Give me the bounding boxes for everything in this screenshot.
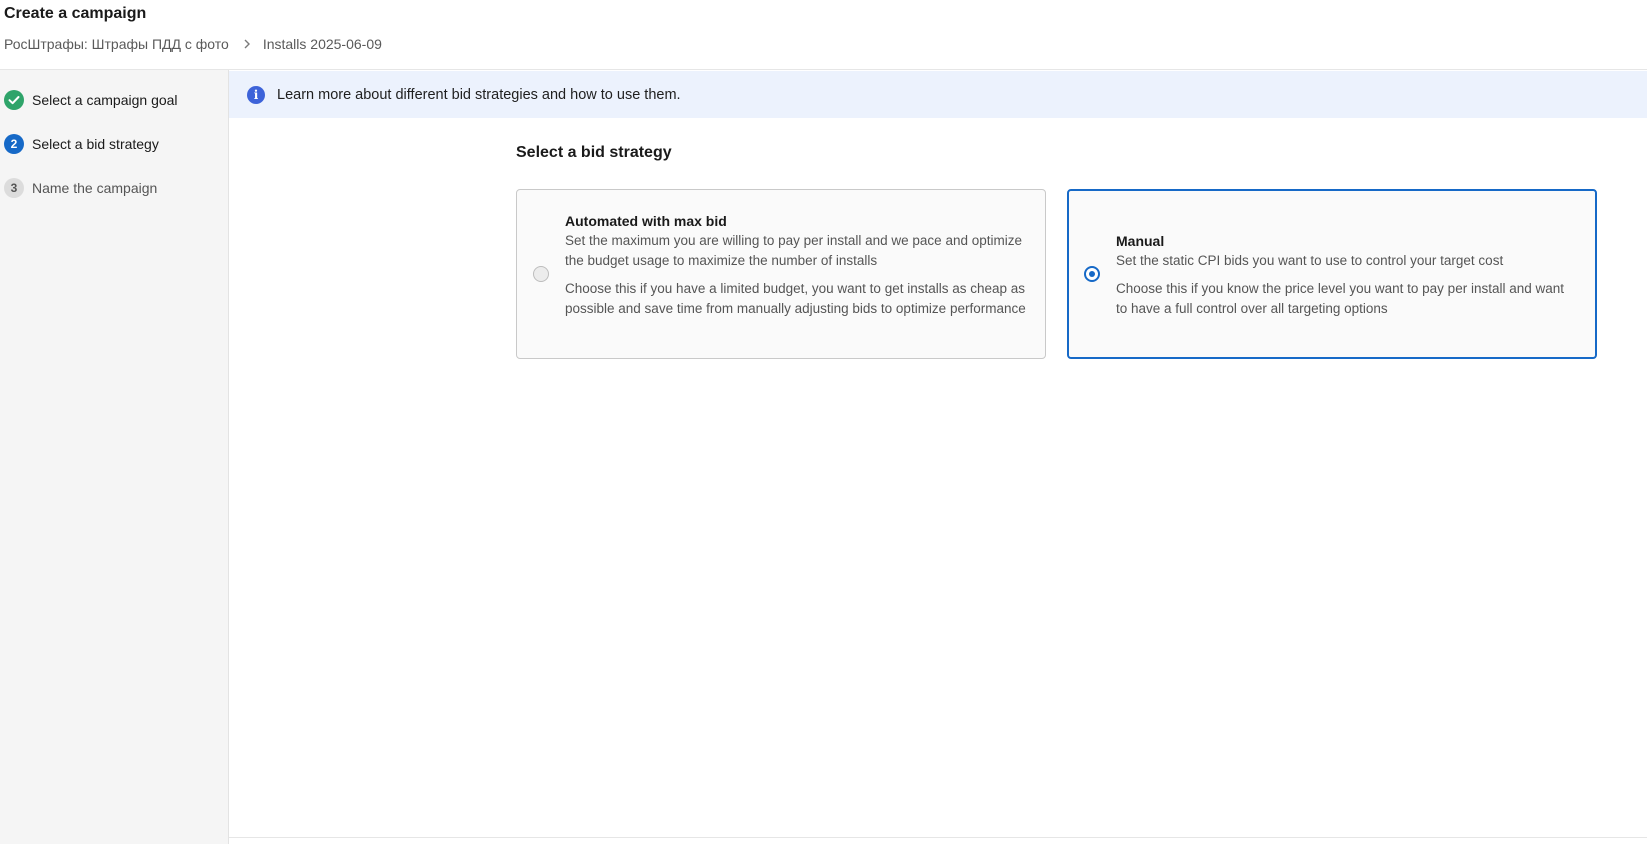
info-banner: i Learn more about different bid strateg… [229,71,1647,118]
option-title: Automated with max bid [565,213,727,229]
radio-automated-max-bid[interactable] [533,266,549,282]
footer-divider [229,837,1647,838]
option-hint: Choose this if you have a limited budget… [565,281,1026,316]
check-icon [4,90,24,110]
info-banner-link[interactable]: Learn more about different bid strategie… [277,87,681,103]
option-description: Set the static CPI bids you want to use … [1116,253,1504,268]
step-name-campaign[interactable]: 3 Name the campaign [4,177,157,199]
step-label: Select a campaign goal [32,92,178,108]
step-number-badge: 2 [4,134,24,154]
option-manual[interactable]: Manual Set the static CPI bids you want … [1067,189,1597,359]
step-campaign-goal[interactable]: Select a campaign goal [4,89,178,111]
step-number-badge: 3 [4,178,24,198]
option-automated-max-bid[interactable]: Automated with max bid Set the maximum y… [516,189,1046,359]
option-title: Manual [1116,233,1165,249]
step-label: Name the campaign [32,180,158,196]
steps-sidebar: Select a campaign goal 2 Select a bid st… [0,70,229,844]
radio-manual[interactable] [1084,266,1100,282]
step-bid-strategy[interactable]: 2 Select a bid strategy [4,133,159,155]
breadcrumb-campaign: Installs 2025-06-09 [262,36,382,52]
option-hint: Choose this if you know the price level … [1116,281,1564,316]
page-header: Create a campaign РосШтрафы: Штрафы ПДД … [0,0,1647,70]
section-title: Select a bid strategy [516,144,672,161]
info-icon: i [247,85,265,104]
breadcrumb: РосШтрафы: Штрафы ПДД с фото Installs 20… [4,34,382,54]
page-title: Create a campaign [4,5,147,22]
option-description: Set the maximum you are willing to pay p… [565,233,1022,268]
step-label: Select a bid strategy [32,136,159,152]
breadcrumb-app-link[interactable]: РосШтрафы: Штрафы ПДД с фото [4,36,229,52]
chevron-right-icon [244,39,250,49]
